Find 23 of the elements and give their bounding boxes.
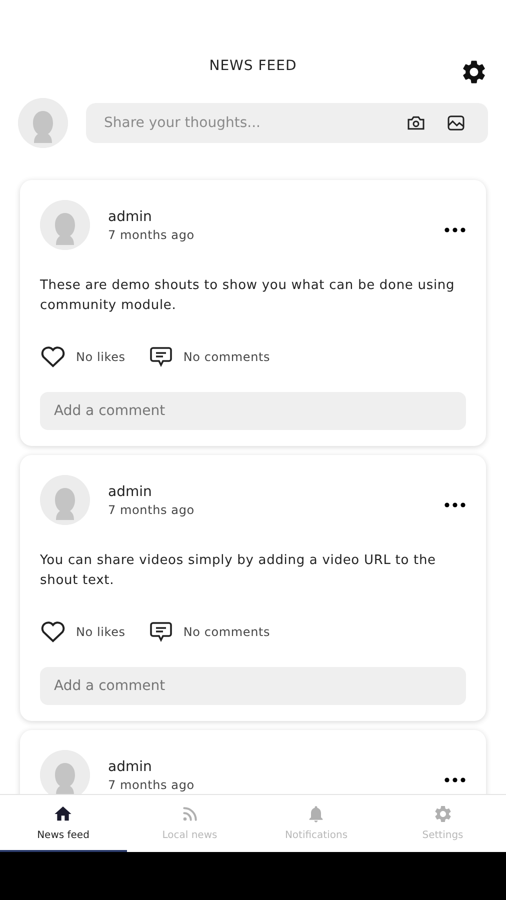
post-time: 7 months ago [108,502,196,516]
post-time: 7 months ago [108,778,196,792]
comment-field[interactable]: Add a comment [40,392,466,430]
settings-icon [432,804,453,824]
like-button[interactable]: No likes [40,621,126,643]
comments-button[interactable]: No comments [149,346,270,368]
post-time: 7 months ago [108,228,196,242]
author-name: admin [108,484,153,500]
post-text: You can share videos simply by adding a video URL to the shout text. [40,552,437,590]
settings-icon[interactable] [460,58,488,86]
image-icon[interactable] [446,113,466,133]
author-name: admin [108,208,153,224]
like-button[interactable]: No likes [40,346,126,368]
post-text: These are demo shouts to show you what can be done using community module. [40,277,456,315]
heart-icon [40,621,66,643]
comment-icon [149,621,174,643]
comment-field[interactable]: Add a comment [40,667,466,705]
page-title: NEWS FEED [209,58,297,74]
comment-icon [149,346,174,368]
author-name: admin [108,758,153,774]
heart-icon [40,346,66,368]
share-field[interactable]: Share your thoughts... [86,103,488,143]
comments-button[interactable]: No comments [149,621,270,643]
